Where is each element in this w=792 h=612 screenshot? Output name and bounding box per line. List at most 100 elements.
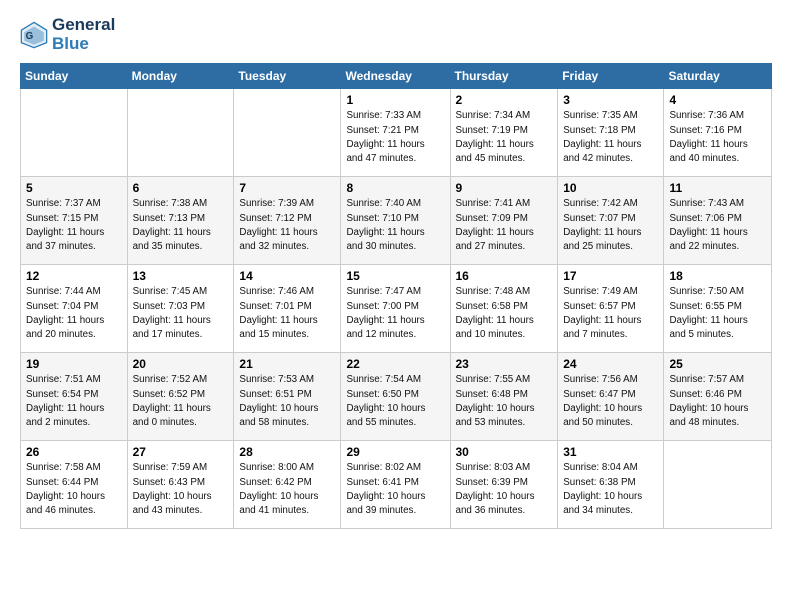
day-number: 9 (456, 181, 553, 195)
day-info: Sunrise: 7:37 AM Sunset: 7:15 PM Dayligh… (26, 197, 122, 254)
day-info: Sunrise: 7:38 AM Sunset: 7:13 PM Dayligh… (133, 197, 229, 254)
day-info: Sunrise: 7:41 AM Sunset: 7:09 PM Dayligh… (456, 197, 553, 254)
day-info: Sunrise: 7:45 AM Sunset: 7:03 PM Dayligh… (133, 285, 229, 342)
day-number: 18 (669, 269, 766, 283)
day-number: 20 (133, 357, 229, 371)
day-info: Sunrise: 7:35 AM Sunset: 7:18 PM Dayligh… (563, 109, 658, 166)
day-info: Sunrise: 7:43 AM Sunset: 7:06 PM Dayligh… (669, 197, 766, 254)
day-info: Sunrise: 7:59 AM Sunset: 6:43 PM Dayligh… (133, 461, 229, 518)
day-info: Sunrise: 7:40 AM Sunset: 7:10 PM Dayligh… (346, 197, 444, 254)
calendar-cell: 5 Sunrise: 7:37 AM Sunset: 7:15 PM Daylig… (21, 177, 128, 265)
day-info: Sunrise: 7:34 AM Sunset: 7:19 PM Dayligh… (456, 109, 553, 166)
calendar-cell (21, 89, 128, 177)
calendar-cell: 17 Sunrise: 7:49 AM Sunset: 6:57 PM Dayli… (558, 265, 664, 353)
day-number: 15 (346, 269, 444, 283)
day-info: Sunrise: 7:49 AM Sunset: 6:57 PM Dayligh… (563, 285, 658, 342)
day-info: Sunrise: 7:58 AM Sunset: 6:44 PM Dayligh… (26, 461, 122, 518)
calendar-cell: 24 Sunrise: 7:56 AM Sunset: 6:47 PM Dayli… (558, 353, 664, 441)
day-number: 16 (456, 269, 553, 283)
calendar-cell: 29 Sunrise: 8:02 AM Sunset: 6:41 PM Dayli… (341, 441, 450, 529)
calendar-cell: 23 Sunrise: 7:55 AM Sunset: 6:48 PM Dayli… (450, 353, 558, 441)
day-info: Sunrise: 7:51 AM Sunset: 6:54 PM Dayligh… (26, 373, 122, 430)
calendar-week-4: 19 Sunrise: 7:51 AM Sunset: 6:54 PM Dayli… (21, 353, 772, 441)
logo-icon: G (20, 21, 48, 49)
calendar-cell: 3 Sunrise: 7:35 AM Sunset: 7:18 PM Daylig… (558, 89, 664, 177)
calendar-cell: 9 Sunrise: 7:41 AM Sunset: 7:09 PM Daylig… (450, 177, 558, 265)
day-info: Sunrise: 7:36 AM Sunset: 7:16 PM Dayligh… (669, 109, 766, 166)
calendar-week-3: 12 Sunrise: 7:44 AM Sunset: 7:04 PM Dayli… (21, 265, 772, 353)
calendar-cell: 30Sunrise: 8:03 AM Sunset: 6:39 PM Dayli… (450, 441, 558, 529)
day-info: Sunrise: 7:48 AM Sunset: 6:58 PM Dayligh… (456, 285, 553, 342)
logo: G General Blue (20, 16, 115, 53)
day-number: 8 (346, 181, 444, 195)
day-number: 13 (133, 269, 229, 283)
calendar-cell (127, 89, 234, 177)
day-info: Sunrise: 8:03 AM Sunset: 6:39 PM Dayligh… (456, 461, 553, 518)
day-number: 24 (563, 357, 658, 371)
day-header-friday: Friday (558, 64, 664, 89)
day-info: Sunrise: 8:04 AM Sunset: 6:38 PM Dayligh… (563, 461, 658, 518)
day-number: 17 (563, 269, 658, 283)
calendar-cell: 25 Sunrise: 7:57 AM Sunset: 6:46 PM Dayli… (664, 353, 772, 441)
day-info: Sunrise: 7:52 AM Sunset: 6:52 PM Dayligh… (133, 373, 229, 430)
day-number: 4 (669, 93, 766, 107)
day-number: 29 (346, 445, 444, 459)
day-header-sunday: Sunday (21, 64, 128, 89)
day-info: Sunrise: 7:44 AM Sunset: 7:04 PM Dayligh… (26, 285, 122, 342)
day-info: Sunrise: 8:00 AM Sunset: 6:42 PM Dayligh… (239, 461, 335, 518)
calendar-container: G General Blue SundayMondayTuesdayWednes… (0, 0, 792, 539)
day-number: 5 (26, 181, 122, 195)
calendar-table: SundayMondayTuesdayWednesdayThursdayFrid… (20, 63, 772, 529)
svg-text:G: G (26, 31, 34, 42)
day-number: 12 (26, 269, 122, 283)
calendar-cell: 14Sunrise: 7:46 AM Sunset: 7:01 PM Dayli… (234, 265, 341, 353)
day-info: Sunrise: 7:56 AM Sunset: 6:47 PM Dayligh… (563, 373, 658, 430)
day-number: 21 (239, 357, 335, 371)
day-info: Sunrise: 7:33 AM Sunset: 7:21 PM Dayligh… (346, 109, 444, 166)
day-header-row: SundayMondayTuesdayWednesdayThursdayFrid… (21, 64, 772, 89)
calendar-cell: 22 Sunrise: 7:54 AM Sunset: 6:50 PM Dayli… (341, 353, 450, 441)
calendar-cell: 10 Sunrise: 7:42 AM Sunset: 7:07 PM Dayli… (558, 177, 664, 265)
calendar-cell: 18Sunrise: 7:50 AM Sunset: 6:55 PM Dayli… (664, 265, 772, 353)
day-number: 11 (669, 181, 766, 195)
day-number: 25 (669, 357, 766, 371)
calendar-cell: 20 Sunrise: 7:52 AM Sunset: 6:52 PM Dayli… (127, 353, 234, 441)
day-number: 10 (563, 181, 658, 195)
calendar-cell: 12 Sunrise: 7:44 AM Sunset: 7:04 PM Dayli… (21, 265, 128, 353)
day-info: Sunrise: 7:46 AM Sunset: 7:01 PM Dayligh… (239, 285, 335, 342)
day-info: Sunrise: 8:02 AM Sunset: 6:41 PM Dayligh… (346, 461, 444, 518)
day-info: Sunrise: 7:57 AM Sunset: 6:46 PM Dayligh… (669, 373, 766, 430)
day-header-wednesday: Wednesday (341, 64, 450, 89)
day-info: Sunrise: 7:39 AM Sunset: 7:12 PM Dayligh… (239, 197, 335, 254)
calendar-cell (664, 441, 772, 529)
day-number: 7 (239, 181, 335, 195)
calendar-week-5: 26 Sunrise: 7:58 AM Sunset: 6:44 PM Dayli… (21, 441, 772, 529)
calendar-cell (234, 89, 341, 177)
day-number: 22 (346, 357, 444, 371)
calendar-cell: 21Sunrise: 7:53 AM Sunset: 6:51 PM Dayli… (234, 353, 341, 441)
day-number: 1 (346, 93, 444, 107)
day-info: Sunrise: 7:54 AM Sunset: 6:50 PM Dayligh… (346, 373, 444, 430)
calendar-cell: 2 Sunrise: 7:34 AM Sunset: 7:19 PM Daylig… (450, 89, 558, 177)
day-number: 27 (133, 445, 229, 459)
day-info: Sunrise: 7:55 AM Sunset: 6:48 PM Dayligh… (456, 373, 553, 430)
calendar-cell: 13 Sunrise: 7:45 AM Sunset: 7:03 PM Dayli… (127, 265, 234, 353)
day-info: Sunrise: 7:42 AM Sunset: 7:07 PM Dayligh… (563, 197, 658, 254)
day-header-tuesday: Tuesday (234, 64, 341, 89)
calendar-cell: 11 Sunrise: 7:43 AM Sunset: 7:06 PM Dayli… (664, 177, 772, 265)
calendar-cell: 6 Sunrise: 7:38 AM Sunset: 7:13 PM Daylig… (127, 177, 234, 265)
calendar-cell: 31Sunrise: 8:04 AM Sunset: 6:38 PM Dayli… (558, 441, 664, 529)
day-number: 19 (26, 357, 122, 371)
calendar-cell: 27 Sunrise: 7:59 AM Sunset: 6:43 PM Dayli… (127, 441, 234, 529)
day-number: 6 (133, 181, 229, 195)
calendar-cell: 19 Sunrise: 7:51 AM Sunset: 6:54 PM Dayli… (21, 353, 128, 441)
calendar-cell: 4 Sunrise: 7:36 AM Sunset: 7:16 PM Daylig… (664, 89, 772, 177)
calendar-cell: 28Sunrise: 8:00 AM Sunset: 6:42 PM Dayli… (234, 441, 341, 529)
calendar-cell: 1 Sunrise: 7:33 AM Sunset: 7:21 PM Daylig… (341, 89, 450, 177)
day-number: 23 (456, 357, 553, 371)
day-number: 3 (563, 93, 658, 107)
day-info: Sunrise: 7:47 AM Sunset: 7:00 PM Dayligh… (346, 285, 444, 342)
day-number: 26 (26, 445, 122, 459)
calendar-cell: 26 Sunrise: 7:58 AM Sunset: 6:44 PM Dayli… (21, 441, 128, 529)
day-number: 2 (456, 93, 553, 107)
